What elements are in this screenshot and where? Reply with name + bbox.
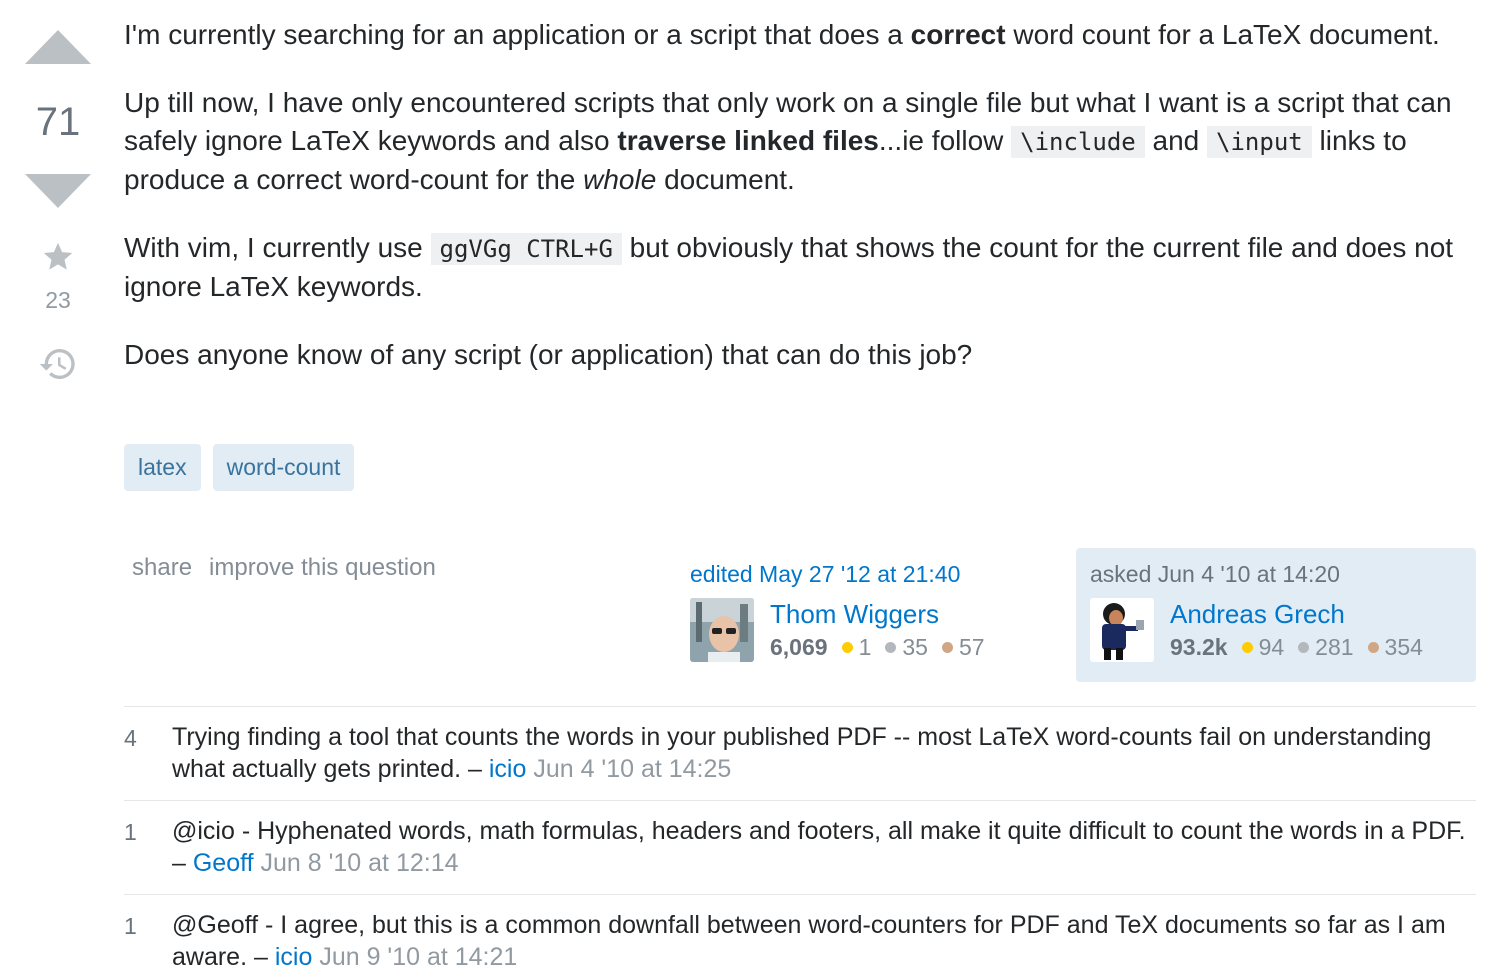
text: ...ie follow	[878, 125, 1012, 156]
bronze-badge-icon	[1367, 642, 1379, 653]
comment-user-link[interactable]: Geoff	[193, 849, 254, 877]
bronze-badge: 57	[941, 634, 985, 661]
user-details: Thom Wiggers 6,069 1 35 57	[770, 598, 999, 662]
vote-count: 71	[35, 100, 81, 144]
asked-time: asked Jun 4 '10 at 14:20	[1090, 561, 1340, 587]
comment-date[interactable]: Jun 4 '10 at 14:25	[533, 755, 731, 783]
comment-date[interactable]: Jun 8 '10 at 12:14	[261, 849, 459, 877]
bronze-badge: 354	[1367, 634, 1423, 661]
text: word count for a LaTeX document.	[1005, 19, 1440, 50]
text: document.	[656, 164, 795, 195]
comment-text: Trying finding a tool that counts the wo…	[172, 723, 1432, 783]
comment-score: 1	[124, 913, 137, 939]
gold-badge-icon	[1241, 642, 1253, 653]
inline-code: \include	[1011, 126, 1145, 158]
text: and	[1144, 125, 1208, 156]
post-paragraph-2: Up till now, I have only encountered scr…	[124, 84, 1464, 199]
badge-count: 35	[902, 634, 928, 660]
improve-question-link[interactable]: improve this question	[209, 554, 436, 582]
share-link[interactable]: share	[132, 554, 192, 582]
comment-score: 4	[124, 725, 137, 751]
comment-user-link[interactable]: icio	[275, 943, 313, 971]
comment-date[interactable]: Jun 9 '10 at 14:21	[319, 943, 517, 971]
avatar[interactable]	[1090, 598, 1154, 662]
badge-count: 94	[1258, 634, 1285, 660]
gold-badge: 94	[1241, 634, 1285, 661]
tag-list: latex word-count	[124, 444, 355, 491]
history-icon[interactable]	[38, 344, 78, 389]
comment-list: 4 Trying finding a tool that counts the …	[124, 706, 1476, 974]
vote-column: 71 23	[22, 30, 94, 389]
post-paragraph-1: I'm currently searching for an applicati…	[124, 16, 1464, 54]
downvote-arrow-icon[interactable]	[25, 174, 91, 208]
favorite-count: 23	[45, 287, 71, 313]
badge-count: 354	[1384, 634, 1423, 660]
asker-name-link[interactable]: Andreas Grech	[1170, 598, 1437, 630]
bronze-badge-icon	[941, 642, 953, 653]
comment: 4 Trying finding a tool that counts the …	[124, 707, 1476, 801]
silver-badge-icon	[885, 642, 897, 653]
badge-count: 281	[1315, 634, 1354, 660]
editor-name-link[interactable]: Thom Wiggers	[770, 598, 999, 630]
reputation-row: 6,069 1 35 57	[770, 634, 999, 661]
reputation-score: 93.2k	[1170, 634, 1228, 660]
favorite-star-icon[interactable]	[41, 240, 75, 279]
avatar[interactable]	[690, 598, 754, 662]
italic-text: whole	[583, 164, 657, 195]
inline-code: ggVGg CTRL+G	[430, 233, 622, 265]
bold-text: traverse linked files	[617, 125, 879, 156]
badge-count: 57	[958, 634, 985, 660]
comment: 1 @icio - Hyphenated words, math formula…	[124, 801, 1476, 895]
reputation-row: 93.2k 94 281 354	[1170, 634, 1437, 661]
user-details: Andreas Grech 93.2k 94 281 354	[1170, 598, 1437, 662]
text: With vim, I currently use	[124, 232, 431, 263]
editor-user-row: Thom Wiggers 6,069 1 35 57	[690, 598, 1050, 662]
text: I'm currently searching for an applicati…	[124, 19, 911, 50]
post-paragraph-3: With vim, I currently use ggVGg CTRL+G b…	[124, 229, 1464, 306]
gold-badge: 1	[841, 634, 872, 661]
comment-body: @icio - Hyphenated words, math formulas,…	[172, 815, 1476, 879]
gold-badge-icon	[841, 642, 853, 653]
comment-body: Trying finding a tool that counts the wo…	[172, 721, 1476, 785]
comment-user-link[interactable]: icio	[489, 755, 527, 783]
badge-count: 1	[858, 634, 872, 660]
question-body: I'm currently searching for an applicati…	[124, 16, 1464, 404]
asker-signature: asked Jun 4 '10 at 14:20 Andreas Grech 9…	[1076, 548, 1476, 682]
tag-latex[interactable]: latex	[124, 444, 201, 491]
inline-code: \input	[1207, 126, 1312, 158]
edited-time-link[interactable]: edited May 27 '12 at 21:40	[690, 560, 1050, 588]
asker-user-row: Andreas Grech 93.2k 94 281 354	[1090, 598, 1462, 662]
silver-badge-icon	[1298, 642, 1310, 653]
editor-signature: edited May 27 '12 at 21:40 Thom Wiggers …	[690, 560, 1050, 662]
comment-body: @Geoff - I agree, but this is a common d…	[172, 909, 1476, 973]
silver-badge: 35	[885, 634, 928, 661]
post-paragraph-4: Does anyone know of any script (or appli…	[124, 339, 973, 370]
post-menu: share improve this question	[132, 554, 436, 582]
upvote-arrow-icon[interactable]	[25, 30, 91, 64]
comment: 1 @Geoff - I agree, but this is a common…	[124, 895, 1476, 974]
comment-score: 1	[124, 819, 137, 845]
silver-badge: 281	[1298, 634, 1354, 661]
reputation-score: 6,069	[770, 634, 828, 660]
tag-word-count[interactable]: word-count	[212, 444, 355, 491]
bold-text: correct	[910, 19, 1006, 50]
